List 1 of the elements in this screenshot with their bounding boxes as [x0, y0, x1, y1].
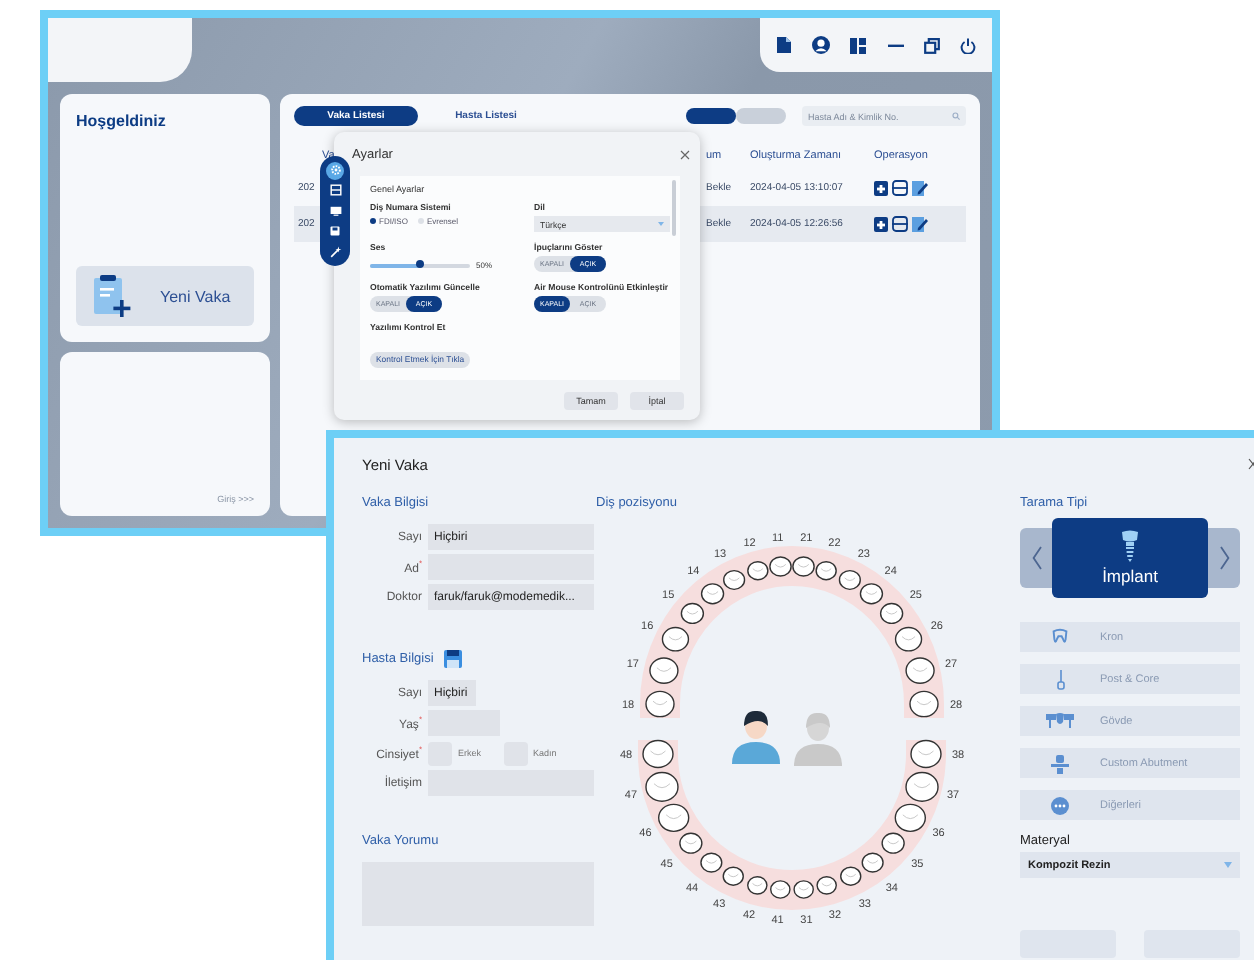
- welcome-title: Hoşgeldiniz: [76, 112, 168, 130]
